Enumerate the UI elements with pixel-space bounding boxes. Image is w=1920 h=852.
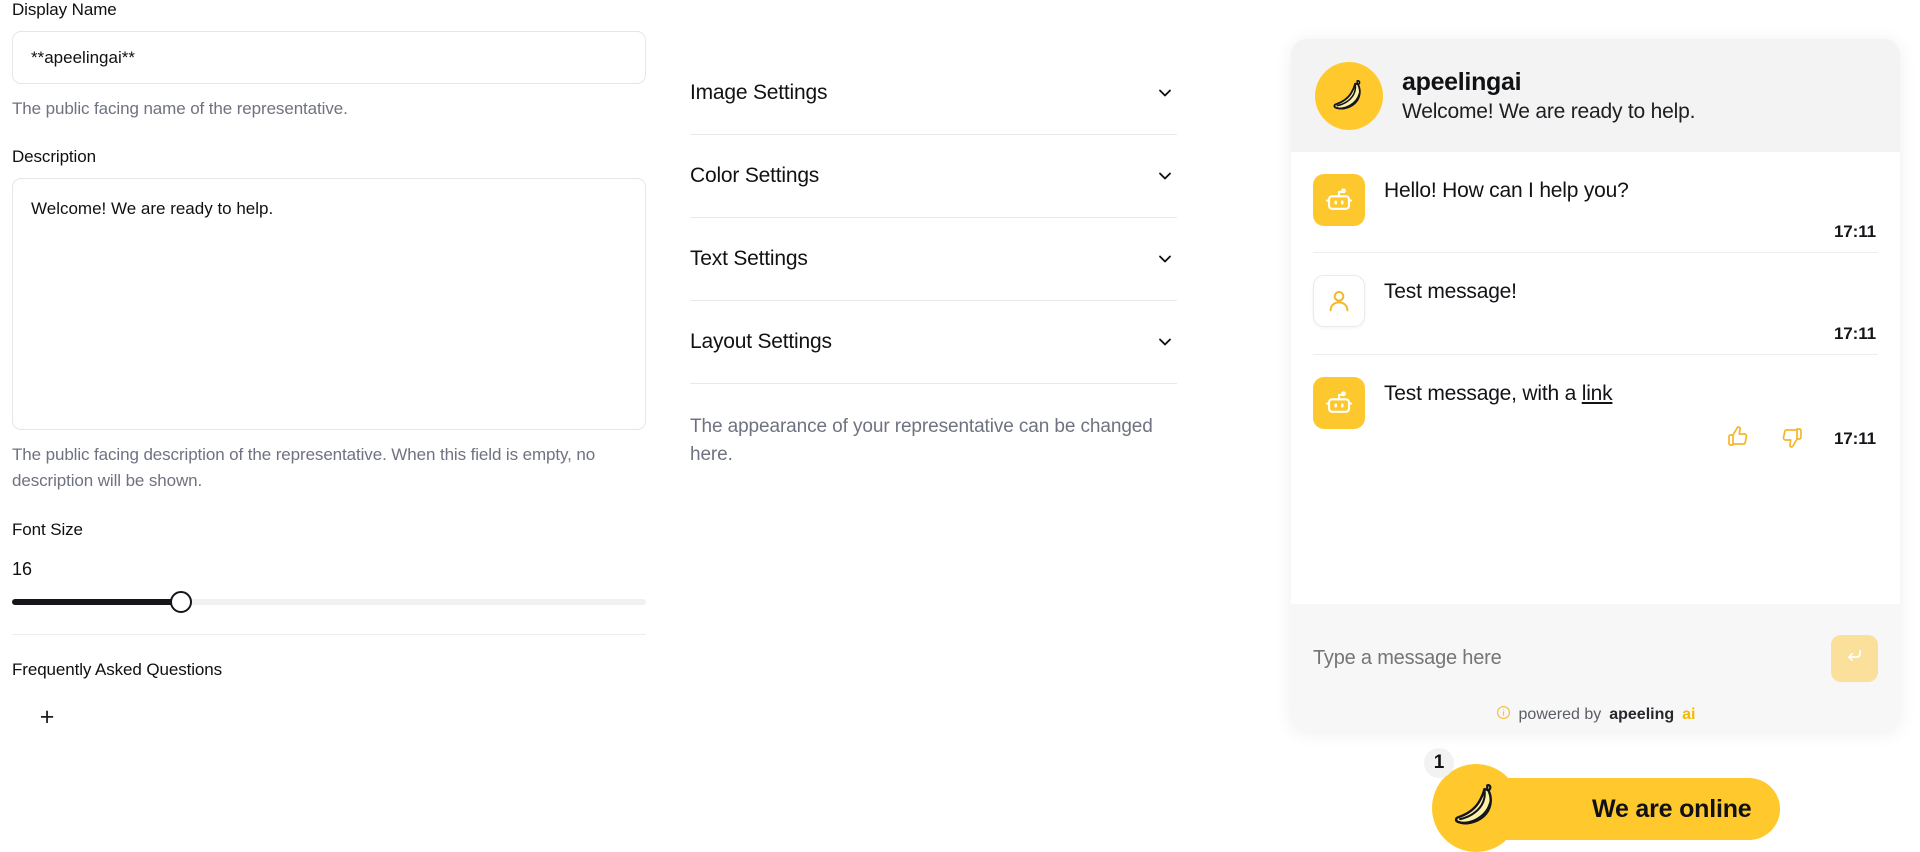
chevron-down-icon[interactable] — [1155, 249, 1177, 269]
powered-by-prefix: powered by — [1518, 706, 1602, 723]
slider-fill — [12, 599, 180, 606]
display-name-input[interactable]: **apeelingai** — [12, 31, 646, 84]
display-name-value: **apeelingai** — [31, 47, 135, 67]
accordion-title: Text Settings — [690, 247, 808, 270]
description-helper: The public facing description of the rep… — [12, 444, 596, 490]
enter-arrow-icon — [1845, 646, 1864, 670]
accordion-item-color-settings: Color Settings — [690, 135, 1177, 218]
accordion-header-color-settings[interactable]: Color Settings — [690, 135, 1177, 217]
thumbs-down-icon[interactable] — [1780, 425, 1804, 454]
description-textarea[interactable]: Welcome! We are ready to help. — [12, 177, 646, 430]
add-faq-button[interactable]: + — [36, 704, 58, 729]
unread-badge: 1 — [1424, 748, 1454, 778]
banana-icon — [1446, 776, 1506, 841]
chat-header-texts: apeelingai Welcome! We are ready to help… — [1402, 68, 1695, 124]
chat-message-text: Test message! — [1384, 280, 1517, 304]
chat-message-row: Test message! 17:11 — [1313, 252, 1878, 353]
chat-launcher-label: We are online — [1592, 794, 1752, 823]
chat-message-meta: 17:11 — [1384, 222, 1878, 242]
slider-thumb[interactable] — [170, 591, 192, 614]
accordion-header-image-settings[interactable]: Image Settings — [690, 52, 1177, 134]
appearance-settings-panel: Image Settings Color Settings Text Setti… — [690, 52, 1177, 469]
send-message-button[interactable] — [1831, 634, 1878, 682]
chat-message-time: 17:11 — [1833, 222, 1876, 242]
chevron-down-icon[interactable] — [1155, 332, 1177, 352]
accordion-item-layout-settings: Layout Settings — [690, 301, 1177, 384]
representative-form: Display Name **apeelingai** The public f… — [12, 0, 646, 729]
chat-message-row: Test message, with a link 17:11 — [1313, 353, 1878, 464]
info-icon — [1496, 705, 1511, 725]
description-label: Description — [12, 146, 96, 166]
chat-message-list: Hello! How can I help you? 17:11 Test me… — [1291, 152, 1900, 604]
chat-message-row: Hello! How can I help you? 17:11 — [1313, 152, 1878, 252]
powered-by-brand-accent: ai — [1682, 706, 1696, 723]
appearance-note: The appearance of your representative ca… — [690, 416, 1153, 466]
chat-message-meta: 17:11 — [1384, 324, 1878, 344]
font-size-label: Font Size — [12, 520, 83, 540]
display-name-label: Display Name — [12, 0, 117, 19]
robot-icon — [1313, 174, 1365, 226]
chat-launcher-button[interactable]: 1 — [1424, 748, 1520, 852]
thumbs-up-icon[interactable] — [1726, 425, 1750, 454]
accordion-item-text-settings: Text Settings — [690, 218, 1177, 301]
chat-widget-preview: apeelingai Welcome! We are ready to help… — [1291, 39, 1900, 731]
chat-message-body: Test message, with a link 17:11 — [1384, 377, 1878, 454]
powered-by-brand: apeeling — [1609, 706, 1675, 723]
description-value: Welcome! We are ready to help. — [31, 198, 274, 218]
accordion-title: Image Settings — [690, 81, 828, 104]
robot-icon — [1313, 376, 1365, 429]
chat-message-text: Test message, with a link — [1384, 377, 1878, 407]
chat-widget-title: apeelingai — [1402, 67, 1522, 96]
chat-composer: powered by apeeling ai — [1291, 604, 1900, 731]
powered-by-footer: powered by apeeling ai — [1313, 705, 1878, 725]
faq-label: Frequently Asked Questions — [12, 660, 223, 680]
accordion-header-layout-settings[interactable]: Layout Settings — [690, 301, 1177, 383]
chat-message-meta: 17:11 — [1384, 425, 1878, 454]
accordion-title: Layout Settings — [690, 330, 832, 353]
chat-message-body: Hello! How can I help you? 17:11 — [1384, 174, 1878, 242]
display-name-helper: The public facing name of the representa… — [12, 99, 348, 118]
chevron-down-icon[interactable] — [1155, 83, 1177, 103]
chat-message-text-plain: Test message, with a — [1384, 381, 1582, 405]
chat-widget-subtitle: Welcome! We are ready to help. — [1402, 99, 1696, 123]
chat-message-time: 17:11 — [1833, 429, 1876, 449]
chat-composer-row — [1313, 634, 1878, 682]
chat-message-text: Hello! How can I help you? — [1384, 179, 1629, 202]
user-icon — [1313, 275, 1365, 328]
screen-root: Display Name **apeelingai** The public f… — [0, 0, 1920, 852]
chat-message-link[interactable]: link — [1582, 382, 1613, 405]
chat-widget-header: apeelingai Welcome! We are ready to help… — [1291, 39, 1900, 152]
section-divider — [12, 634, 646, 636]
chat-launcher: We are online 1 — [1424, 748, 1780, 852]
accordion-header-text-settings[interactable]: Text Settings — [690, 218, 1177, 300]
chevron-down-icon[interactable] — [1155, 166, 1177, 186]
chat-message-time: 17:11 — [1833, 323, 1876, 343]
accordion-title: Color Settings — [690, 164, 820, 187]
banana-icon — [1315, 61, 1383, 130]
font-size-value: 16 — [12, 559, 33, 580]
font-size-slider[interactable] — [12, 591, 646, 614]
chat-message-body: Test message! 17:11 — [1384, 275, 1878, 343]
chat-message-input[interactable] — [1313, 646, 1831, 670]
accordion-item-image-settings: Image Settings — [690, 52, 1177, 135]
